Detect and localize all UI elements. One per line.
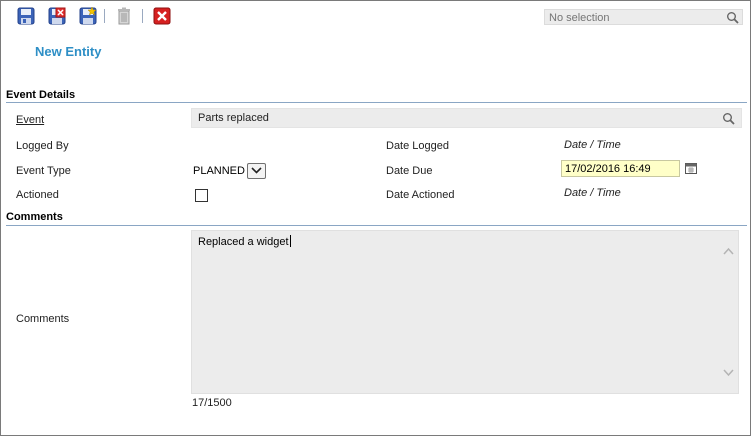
comments-textarea[interactable]: Replaced a widget (191, 230, 739, 394)
section-divider (6, 102, 747, 103)
search-icon[interactable] (722, 112, 735, 125)
actioned-label: Actioned (16, 189, 59, 201)
comments-label: Comments (16, 313, 70, 325)
date-due-label: Date Due (386, 165, 433, 177)
delete-button[interactable] (115, 7, 133, 25)
event-lookup-value: Parts replaced (198, 112, 269, 124)
chevron-down-icon[interactable] (246, 162, 266, 179)
actioned-checkbox[interactable] (195, 189, 208, 202)
date-logged-value: Date / Time (564, 139, 621, 151)
event-lookup-field[interactable]: Parts replaced (191, 108, 742, 128)
toolbar-separator (142, 9, 143, 23)
scroll-down-icon[interactable] (722, 368, 735, 378)
search-input[interactable] (549, 11, 719, 24)
calendar-icon[interactable] (685, 162, 697, 174)
search-icon[interactable] (726, 11, 739, 24)
date-due-input[interactable]: 17/02/2016 16:49 (561, 160, 680, 177)
scroll-up-icon[interactable] (722, 246, 735, 256)
save-new-icon (79, 6, 97, 25)
date-actioned-value: Date / Time (564, 187, 621, 199)
event-type-selected-value: PLANNED (193, 164, 245, 177)
save-and-close-button[interactable] (48, 7, 66, 25)
logged-by-label: Logged By (16, 140, 69, 152)
section-divider (6, 225, 747, 226)
entity-form-window: New Entity Event Details Event Parts rep… (0, 0, 751, 436)
date-actioned-label: Date Actioned (386, 189, 455, 201)
save-button[interactable] (17, 7, 35, 25)
event-type-label: Event Type (16, 165, 71, 177)
save-close-icon (48, 7, 66, 25)
comments-text: Replaced a widget (198, 236, 289, 248)
text-caret (289, 235, 291, 247)
close-icon (153, 7, 171, 25)
section-title-event-details: Event Details (6, 89, 76, 101)
record-search[interactable] (544, 9, 743, 25)
save-and-new-button[interactable] (79, 6, 97, 25)
event-type-select[interactable]: PLANNED (192, 162, 266, 179)
toolbar-separator (104, 9, 105, 23)
comments-character-counter: 17/1500 (192, 397, 232, 409)
delete-icon (118, 7, 130, 25)
close-button[interactable] (153, 7, 171, 25)
save-icon (17, 7, 35, 25)
page-title: New Entity (35, 44, 102, 59)
date-due-value: 17/02/2016 16:49 (565, 163, 651, 175)
section-title-comments: Comments (6, 211, 63, 223)
date-logged-label: Date Logged (386, 140, 449, 152)
event-label-link[interactable]: Event (16, 114, 44, 126)
comments-scrollbar[interactable] (720, 232, 737, 392)
